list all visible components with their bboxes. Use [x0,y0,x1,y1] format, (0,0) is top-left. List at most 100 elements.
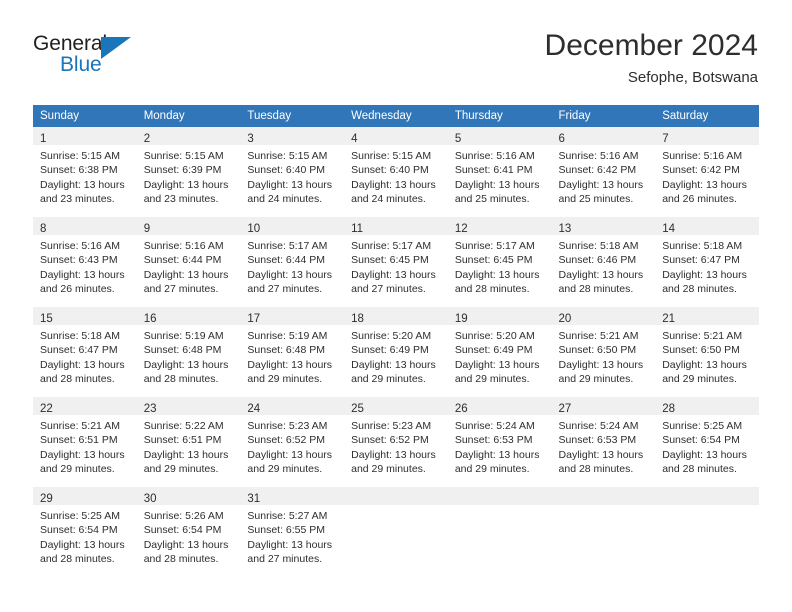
brand-logo[interactable]: General Blue [33,32,263,88]
sunset-text: Sunset: 6:53 PM [454,434,533,447]
sunrise-text: Sunrise: 5:25 AM [40,510,120,522]
calendar-day-cell[interactable]: 14 Sunrise: 5:18 AM Sunset: 6:47 PM Dayl… [655,217,759,307]
calendar-day-cell-empty [447,487,552,577]
calendar-day-cell[interactable]: 30 Sunrise: 5:26 AM Sunset: 6:54 PM Dayl… [136,487,241,577]
sunrise-text: Sunrise: 5:21 AM [558,330,639,342]
sunrise-text: Sunrise: 5:16 AM [40,240,120,252]
daylight-text-line1: Daylight: 13 hours [558,178,644,191]
calendar-day-cell[interactable]: 31 Sunrise: 5:27 AM Sunset: 6:55 PM Dayl… [240,487,345,577]
daylight-text-line2: and 28 minutes. [143,372,219,385]
calendar-day-cell[interactable]: 20 Sunrise: 5:21 AM Sunset: 6:50 PM Dayl… [551,307,656,397]
day-number: 31 [247,493,261,505]
day-details: Sunrise: 5:18 AM Sunset: 6:46 PM Dayligh… [552,235,656,296]
sunrise-text: Sunrise: 5:15 AM [247,150,328,162]
day-number-band: 2 [136,127,241,145]
calendar-body: 1 Sunrise: 5:15 AM Sunset: 6:38 PM Dayli… [33,127,759,577]
calendar-day-cell[interactable]: 22 Sunrise: 5:21 AM Sunset: 6:51 PM Dayl… [33,397,137,487]
day-number: 28 [662,403,676,415]
weekday-header-monday: Monday [136,105,241,127]
calendar-day-cell[interactable]: 26 Sunrise: 5:24 AM Sunset: 6:53 PM Dayl… [447,397,552,487]
calendar-day-cell[interactable]: 8 Sunrise: 5:16 AM Sunset: 6:43 PM Dayli… [33,217,137,307]
calendar-day-cell[interactable]: 25 Sunrise: 5:23 AM Sunset: 6:52 PM Dayl… [344,397,448,487]
calendar-day-cell[interactable]: 17 Sunrise: 5:19 AM Sunset: 6:48 PM Dayl… [240,307,345,397]
day-number-band: 3 [240,127,345,145]
calendar-day-cell[interactable]: 28 Sunrise: 5:25 AM Sunset: 6:54 PM Dayl… [655,397,759,487]
sunrise-text: Sunrise: 5:16 AM [662,150,743,162]
day-number-band: 13 [551,217,656,235]
sunrise-text: Sunrise: 5:21 AM [40,420,120,432]
daylight-text-line2: and 28 minutes. [662,282,737,295]
calendar-day-cell[interactable]: 9 Sunrise: 5:16 AM Sunset: 6:44 PM Dayli… [136,217,241,307]
sunset-text: Sunset: 6:50 PM [662,344,740,357]
day-number-band: 5 [447,127,552,145]
day-details: Sunrise: 5:18 AM Sunset: 6:47 PM Dayligh… [33,325,137,386]
calendar-day-cell[interactable]: 23 Sunrise: 5:22 AM Sunset: 6:51 PM Dayl… [136,397,241,487]
day-number-band: 27 [551,397,656,415]
sunset-text: Sunset: 6:52 PM [351,434,429,447]
calendar-day-cell[interactable]: 29 Sunrise: 5:25 AM Sunset: 6:54 PM Dayl… [33,487,137,577]
calendar-day-cell[interactable]: 7 Sunrise: 5:16 AM Sunset: 6:42 PM Dayli… [655,127,759,217]
sunset-text: Sunset: 6:43 PM [40,254,118,267]
daylight-text-line2: and 29 minutes. [454,462,530,475]
daylight-text-line2: and 29 minutes. [247,372,323,385]
sunset-text: Sunset: 6:42 PM [662,164,740,177]
page-title: December 2024 [544,29,758,62]
calendar-day-cell[interactable]: 24 Sunrise: 5:23 AM Sunset: 6:52 PM Dayl… [240,397,345,487]
daylight-text-line1: Daylight: 13 hours [247,358,333,371]
day-number: 26 [454,403,468,415]
calendar-day-cell[interactable]: 6 Sunrise: 5:16 AM Sunset: 6:42 PM Dayli… [551,127,656,217]
calendar-day-cell[interactable]: 10 Sunrise: 5:17 AM Sunset: 6:44 PM Dayl… [240,217,345,307]
daylight-text-line1: Daylight: 13 hours [662,268,747,281]
daylight-text-line1: Daylight: 13 hours [454,358,540,371]
calendar-day-cell[interactable]: 21 Sunrise: 5:21 AM Sunset: 6:50 PM Dayl… [655,307,759,397]
day-number: 23 [143,403,157,415]
day-number: 8 [40,223,47,235]
calendar-day-cell[interactable]: 2 Sunrise: 5:15 AM Sunset: 6:39 PM Dayli… [136,127,241,217]
calendar-day-cell[interactable]: 12 Sunrise: 5:17 AM Sunset: 6:45 PM Dayl… [447,217,552,307]
daylight-text-line1: Daylight: 13 hours [40,178,125,191]
day-details: Sunrise: 5:25 AM Sunset: 6:54 PM Dayligh… [33,505,137,566]
day-number: 15 [40,313,53,325]
calendar-day-cell[interactable]: 3 Sunrise: 5:15 AM Sunset: 6:40 PM Dayli… [240,127,345,217]
daylight-text-line1: Daylight: 13 hours [143,178,229,191]
day-details: Sunrise: 5:20 AM Sunset: 6:49 PM Dayligh… [448,325,552,386]
calendar-day-cell[interactable]: 4 Sunrise: 5:15 AM Sunset: 6:40 PM Dayli… [344,127,448,217]
daylight-text-line2: and 28 minutes. [558,282,634,295]
sunset-text: Sunset: 6:50 PM [558,344,637,357]
day-details: Sunrise: 5:15 AM Sunset: 6:39 PM Dayligh… [137,145,241,206]
calendar-day-cell[interactable]: 19 Sunrise: 5:20 AM Sunset: 6:49 PM Dayl… [447,307,552,397]
sunset-text: Sunset: 6:51 PM [143,434,222,447]
calendar-day-cell[interactable]: 1 Sunrise: 5:15 AM Sunset: 6:38 PM Dayli… [33,127,137,217]
triangle-flag-icon [101,37,131,59]
daylight-text-line1: Daylight: 13 hours [558,358,644,371]
day-number-band [551,487,656,505]
day-details: Sunrise: 5:23 AM Sunset: 6:52 PM Dayligh… [344,415,448,476]
calendar-day-cell[interactable]: 18 Sunrise: 5:20 AM Sunset: 6:49 PM Dayl… [344,307,448,397]
calendar-day-cell[interactable]: 16 Sunrise: 5:19 AM Sunset: 6:48 PM Dayl… [136,307,241,397]
calendar-day-cell[interactable]: 11 Sunrise: 5:17 AM Sunset: 6:45 PM Dayl… [344,217,448,307]
sunrise-text: Sunrise: 5:24 AM [454,420,535,432]
sunrise-text: Sunrise: 5:18 AM [662,240,743,252]
daylight-text-line1: Daylight: 13 hours [143,448,229,461]
daylight-text-line2: and 29 minutes. [247,462,323,475]
daylight-text-line2: and 24 minutes. [247,192,323,205]
sunrise-text: Sunrise: 5:15 AM [143,150,224,162]
daylight-text-line1: Daylight: 13 hours [40,268,125,281]
daylight-text-line1: Daylight: 13 hours [454,268,540,281]
day-number-band: 20 [551,307,656,325]
sunrise-text: Sunrise: 5:24 AM [558,420,639,432]
calendar-day-cell[interactable]: 5 Sunrise: 5:16 AM Sunset: 6:41 PM Dayli… [447,127,552,217]
calendar-day-cell[interactable]: 27 Sunrise: 5:24 AM Sunset: 6:53 PM Dayl… [551,397,656,487]
day-number-band: 28 [655,397,759,415]
day-details: Sunrise: 5:24 AM Sunset: 6:53 PM Dayligh… [448,415,552,476]
sunset-text: Sunset: 6:41 PM [454,164,533,177]
day-details: Sunrise: 5:16 AM Sunset: 6:42 PM Dayligh… [655,145,759,206]
day-details: Sunrise: 5:17 AM Sunset: 6:45 PM Dayligh… [344,235,448,296]
daylight-text-line1: Daylight: 13 hours [247,538,333,551]
day-details: Sunrise: 5:17 AM Sunset: 6:44 PM Dayligh… [240,235,344,296]
day-details: Sunrise: 5:27 AM Sunset: 6:55 PM Dayligh… [240,505,344,566]
day-number-band: 11 [344,217,448,235]
calendar-day-cell[interactable]: 13 Sunrise: 5:18 AM Sunset: 6:46 PM Dayl… [551,217,656,307]
day-number-band [655,487,759,505]
calendar-day-cell[interactable]: 15 Sunrise: 5:18 AM Sunset: 6:47 PM Dayl… [33,307,137,397]
